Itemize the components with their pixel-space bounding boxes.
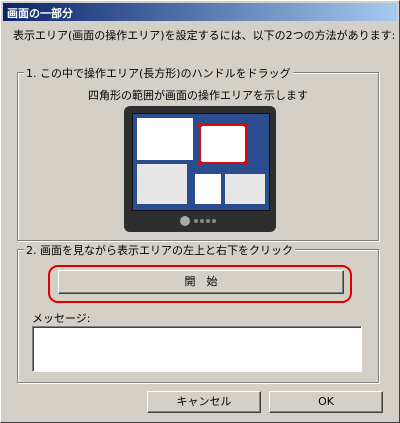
start-button[interactable]: 開 始 bbox=[58, 270, 344, 294]
resize-handle-bottom-right[interactable] bbox=[244, 161, 248, 165]
drag-method-legend: 1. この中で操作エリア(長方形)のハンドルをドラッグ bbox=[24, 65, 293, 81]
operation-area-rectangle[interactable] bbox=[198, 123, 248, 165]
click-method-group: 2. 画面を見ながら表示エリアの左上と右下をクリック 開 始 メッセージ: bbox=[17, 242, 379, 383]
preview-window bbox=[225, 174, 265, 204]
dialog-window: 画面の一部分 表示エリア(画面の操作エリア)を設定するには、以下の2つの方法があ… bbox=[0, 0, 400, 423]
screen-preview bbox=[132, 113, 270, 211]
resize-handle-top-left[interactable] bbox=[198, 123, 202, 127]
title-bar[interactable]: 画面の一部分 bbox=[3, 3, 397, 21]
ok-button[interactable]: OK bbox=[269, 391, 383, 413]
message-label: メッセージ: bbox=[32, 312, 91, 325]
cancel-button[interactable]: キャンセル bbox=[147, 391, 261, 413]
preview-window bbox=[137, 118, 193, 160]
monitor-button-icon bbox=[194, 219, 198, 223]
window-title: 画面の一部分 bbox=[7, 7, 73, 20]
monitor-controls bbox=[180, 216, 220, 226]
resize-handle-top-right[interactable] bbox=[244, 123, 248, 127]
drag-method-description: 四角形の範囲が画面の操作エリアを示します bbox=[88, 89, 308, 102]
resize-handle-bottom-left[interactable] bbox=[198, 161, 202, 165]
message-field[interactable] bbox=[32, 326, 362, 372]
power-icon bbox=[180, 216, 190, 226]
click-method-legend: 2. 画面を見ながら表示エリアの左上と右下をクリック bbox=[24, 242, 295, 258]
intro-text: 表示エリア(画面の操作エリア)を設定するには、以下の2つの方法があります: bbox=[13, 29, 396, 42]
preview-window bbox=[137, 164, 187, 204]
preview-window bbox=[195, 174, 221, 204]
monitor-button-icon bbox=[200, 219, 204, 223]
monitor-button-icon bbox=[206, 219, 210, 223]
monitor-button-icon bbox=[212, 219, 216, 223]
monitor-preview bbox=[124, 106, 276, 232]
drag-method-group: 1. この中で操作エリア(長方形)のハンドルをドラッグ 四角形の範囲が画面の操作… bbox=[17, 65, 379, 241]
